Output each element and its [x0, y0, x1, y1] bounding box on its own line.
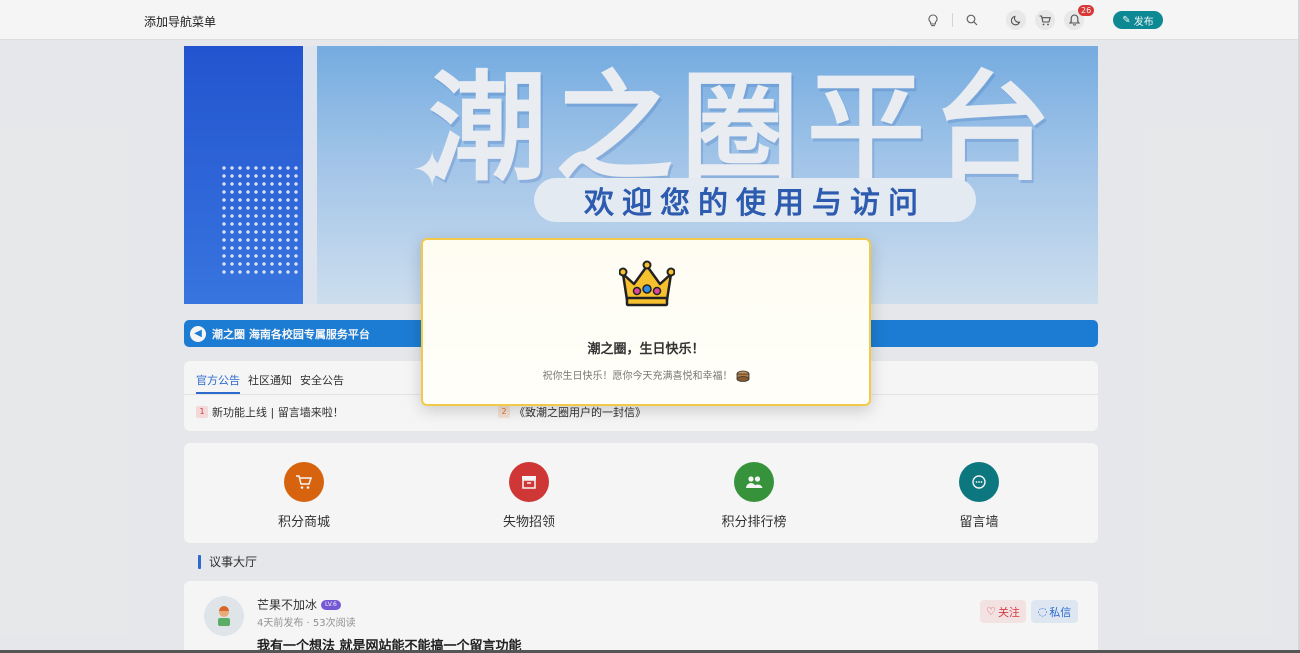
- crown-icon: [618, 260, 676, 308]
- modal-title: 潮之圈，生日快乐！: [587, 342, 705, 357]
- cake-icon: [736, 370, 750, 382]
- modal-subtitle-row: 祝你生日快乐！愿你今天充满喜悦和幸福！: [423, 367, 869, 382]
- modal-subtitle: 祝你生日快乐！愿你今天充满喜悦和幸福！: [542, 371, 733, 382]
- birthday-modal: 潮之圈，生日快乐！ 祝你生日快乐！愿你今天充满喜悦和幸福！: [421, 238, 871, 406]
